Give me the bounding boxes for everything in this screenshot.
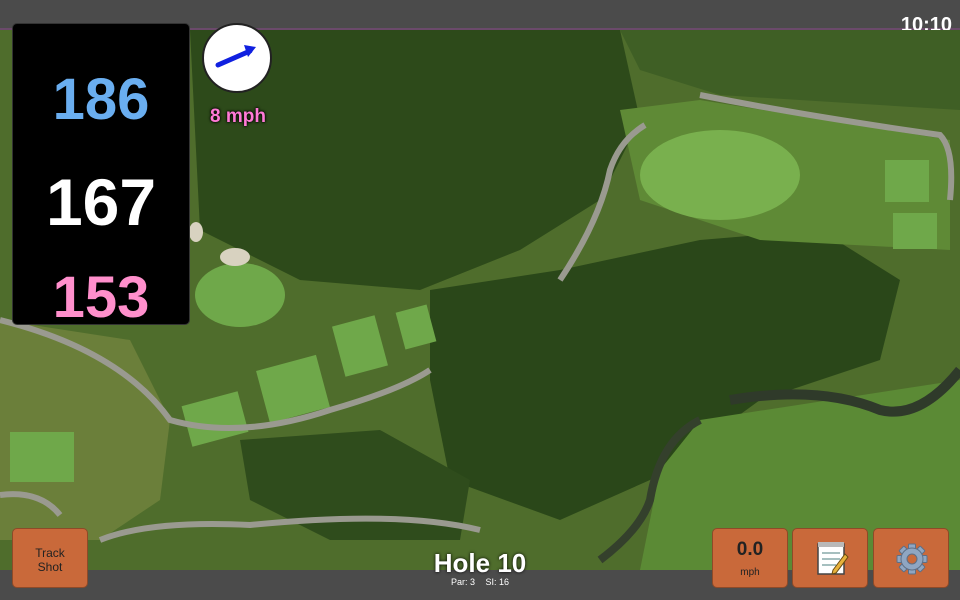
settings-button[interactable] [873, 528, 949, 588]
gear-icon [896, 543, 928, 575]
hole-title: Hole 10 [433, 548, 527, 578]
hole-stroke-index: SI: 16 [485, 577, 510, 587]
hole-par: Par: 3 [450, 577, 475, 587]
speed-unit: mph [740, 567, 760, 578]
speed-button[interactable]: 0.0 mph [712, 528, 788, 588]
notepad-icon [817, 542, 849, 575]
track-shot-label: Track Shot [35, 546, 65, 574]
distance-front-value: 153 [52, 265, 150, 330]
hole-info: Par: 3 SI: 16 [400, 577, 560, 587]
distance-panel: 186 167 153 [12, 23, 190, 330]
distance-back-value: 186 [52, 67, 150, 132]
speed-value: 0.0 [736, 539, 764, 560]
notes-button[interactable] [792, 528, 868, 588]
wind-direction-arrow-icon [215, 45, 256, 68]
wind-speed-label: 8 mph [210, 106, 266, 127]
distance-middle-value: 167 [45, 165, 157, 239]
track-shot-button[interactable]: Track Shot [12, 528, 88, 588]
wind-direction-indicator [202, 23, 272, 93]
